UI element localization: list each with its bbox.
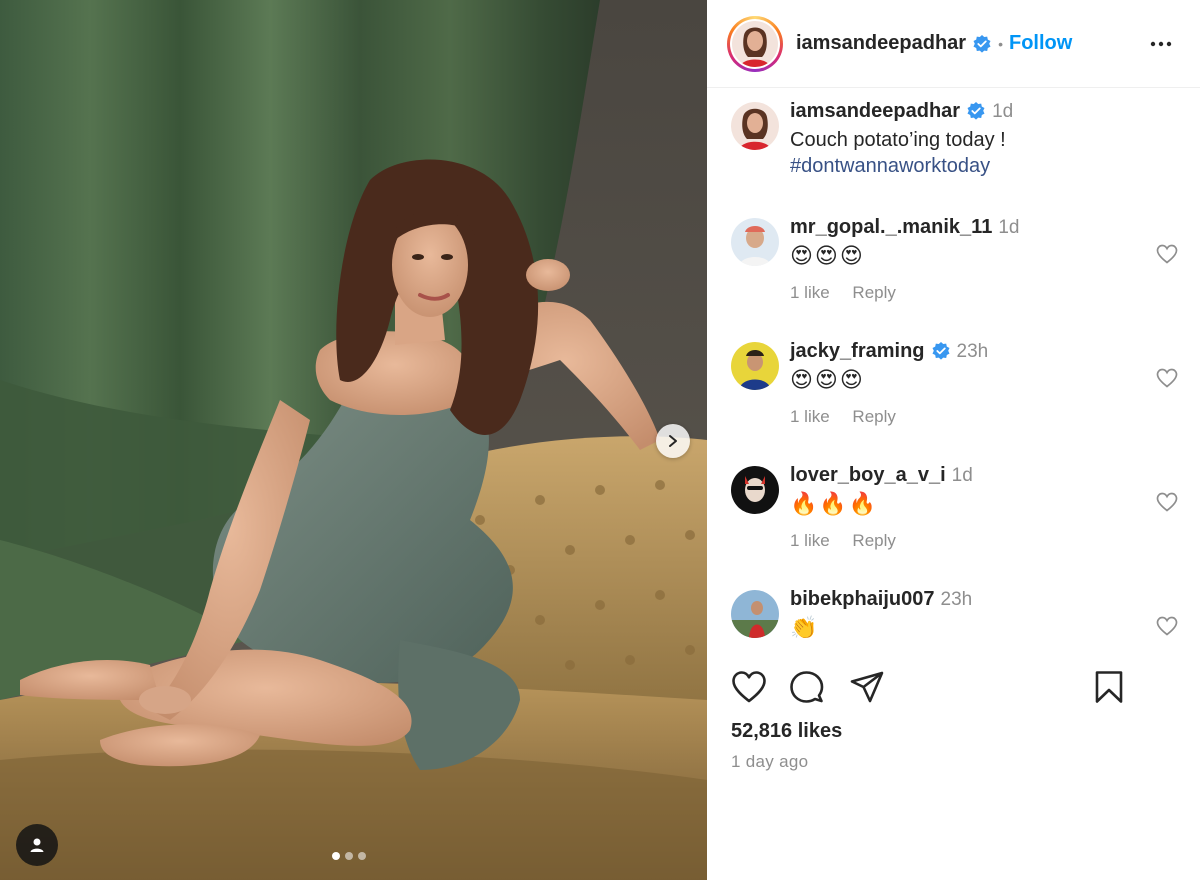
carousel-dot [345, 852, 353, 860]
post-media[interactable] [0, 0, 707, 880]
comment-username[interactable]: bibekphaiju007 [790, 588, 935, 610]
action-bar [731, 670, 1181, 710]
user-tag-icon [30, 838, 44, 852]
caption-text: Couch potato’ing today ! [790, 129, 1006, 151]
comment-like-count[interactable]: 1 like [790, 283, 830, 302]
comment-username[interactable]: jacky_framing [790, 340, 925, 362]
comment-item: bibekphaiju007 23h 👏 [707, 588, 1200, 648]
post-photo [0, 0, 707, 880]
comment-text: 🔥🔥🔥 [790, 491, 879, 516]
header-username[interactable]: iamsandeepadhar [796, 32, 966, 55]
separator-dot: • [998, 35, 1003, 52]
heart-icon[interactable] [1156, 368, 1178, 388]
comment-time[interactable]: 1d [998, 217, 1019, 238]
follow-button[interactable]: Follow [1009, 32, 1072, 55]
verified-badge-icon [932, 341, 950, 360]
comment-time[interactable]: 1d [952, 465, 973, 486]
comment-username[interactable]: mr_gopal._.manik_11 [790, 216, 992, 238]
comment-item: lover_boy_a_v_i 1d 🔥🔥🔥 1 like Reply [707, 464, 1200, 574]
avatar[interactable] [731, 102, 779, 150]
story-ring[interactable] [727, 15, 783, 72]
heart-icon[interactable] [731, 670, 767, 704]
post-sidebar: iamsandeepadhar • Follow iamsandeepadhar [707, 0, 1200, 880]
more-icon[interactable] [1149, 32, 1173, 56]
comment-time[interactable]: 23h [941, 589, 973, 610]
comment-text: 😍😍😍 [790, 367, 865, 392]
comment-text: 👏 [790, 615, 820, 640]
avatar[interactable] [731, 590, 779, 638]
comment-item: jacky_framing 23h 😍😍😍 1 like Reply [707, 340, 1200, 450]
comment-text: 😍😍😍 [790, 243, 865, 268]
caption: iamsandeepadhar 1d Couch potato’ing toda… [707, 100, 1200, 200]
avatar[interactable] [731, 218, 779, 266]
carousel-indicator [332, 852, 366, 860]
caption-hashtag[interactable]: #dontwannaworktoday [790, 153, 1140, 179]
comment-time[interactable]: 23h [957, 341, 989, 362]
caption-time[interactable]: 1d [992, 101, 1013, 122]
heart-icon[interactable] [1156, 244, 1178, 264]
comment-like-count[interactable]: 1 like [790, 531, 830, 550]
verified-badge-icon [967, 101, 985, 120]
avatar [732, 20, 778, 67]
bookmark-icon[interactable] [1091, 670, 1127, 704]
comment-username[interactable]: lover_boy_a_v_i [790, 464, 946, 486]
comment-item: mr_gopal._.manik_11 1d 😍😍😍 1 like Reply [707, 216, 1200, 326]
chevron-right-icon [669, 435, 677, 447]
heart-icon[interactable] [1156, 492, 1178, 512]
next-image-button[interactable] [656, 424, 690, 458]
avatar[interactable] [731, 342, 779, 390]
avatar[interactable] [731, 466, 779, 514]
comment-like-count[interactable]: 1 like [790, 407, 830, 426]
reply-button[interactable]: Reply [852, 531, 895, 550]
carousel-dot [358, 852, 366, 860]
comment-icon[interactable] [789, 670, 825, 704]
post-header: iamsandeepadhar • Follow [707, 0, 1200, 88]
share-icon[interactable] [849, 670, 885, 704]
verified-badge-icon [973, 34, 991, 53]
heart-icon[interactable] [1156, 616, 1178, 636]
reply-button[interactable]: Reply [852, 407, 895, 426]
caption-username[interactable]: iamsandeepadhar [790, 100, 960, 122]
carousel-dot [332, 852, 340, 860]
like-count[interactable]: 52,816 likes [731, 720, 842, 743]
post-timestamp[interactable]: 1 day ago [731, 752, 808, 772]
reply-button[interactable]: Reply [852, 283, 895, 302]
user-tags-button[interactable] [16, 824, 58, 866]
